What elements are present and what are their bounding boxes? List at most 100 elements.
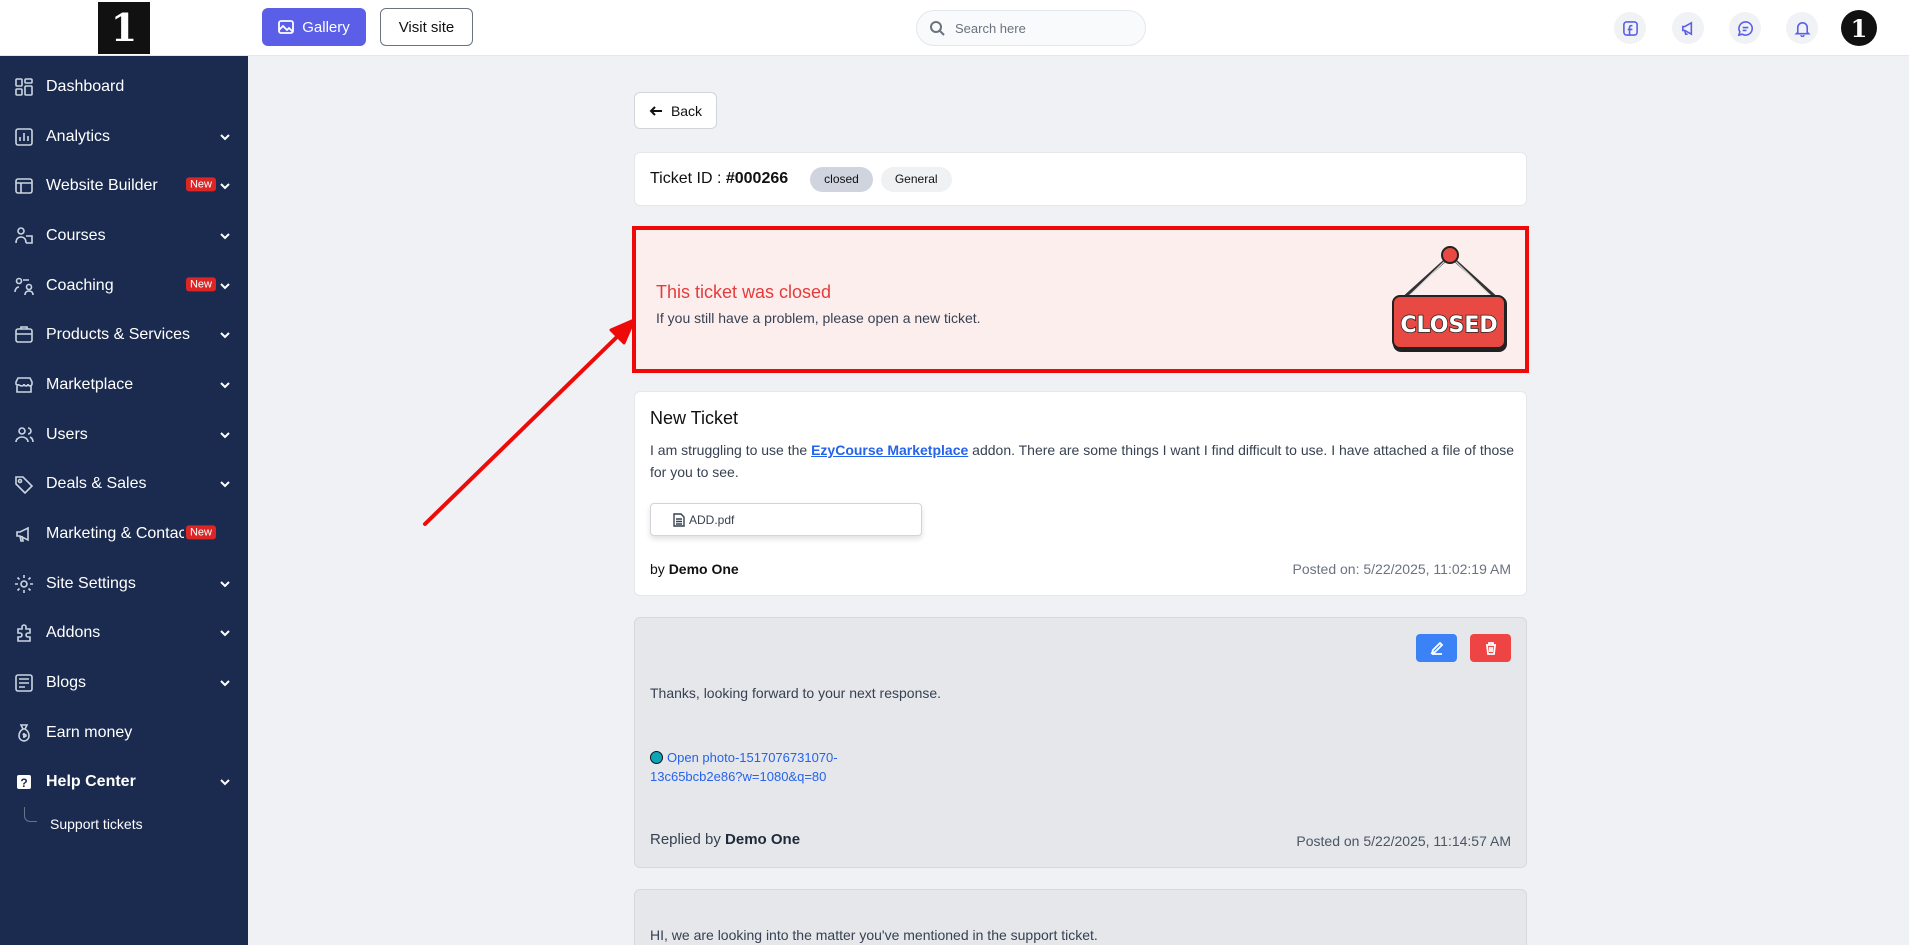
globe-icon bbox=[650, 751, 663, 764]
sidebar-item-label: Earn money bbox=[46, 723, 133, 741]
messages-button[interactable] bbox=[1729, 12, 1761, 44]
sidebar-item-dashboard[interactable]: Dashboard bbox=[0, 62, 248, 112]
sidebar-item-marketing-contacts[interactable]: Marketing & Contacts New bbox=[0, 509, 248, 559]
marketplace-link[interactable]: EzyCourse Marketplace bbox=[811, 442, 968, 458]
reply-attachment-link[interactable]: Open photo-1517076731070- 13c65bcb2e86?w=… bbox=[650, 748, 870, 786]
sidebar-item-website-builder[interactable]: Website Builder New bbox=[0, 161, 248, 211]
addons-icon bbox=[14, 623, 34, 643]
category-badge: General bbox=[880, 166, 952, 192]
sidebar-item-earn-money[interactable]: Earn money bbox=[0, 708, 248, 758]
sidebar-item-coaching[interactable]: Coaching New bbox=[0, 261, 248, 311]
visit-site-button[interactable]: Visit site bbox=[380, 8, 473, 46]
chevron-down-icon bbox=[218, 279, 232, 293]
tag-icon bbox=[14, 474, 34, 495]
sidebar-item-users[interactable]: Users bbox=[0, 410, 248, 460]
ticket-id-label: Ticket ID : bbox=[650, 170, 726, 187]
chat-icon bbox=[1737, 20, 1753, 36]
reply-author: Replied by Demo One bbox=[650, 831, 800, 848]
chevron-down-icon bbox=[218, 775, 232, 789]
search-box[interactable] bbox=[916, 10, 1146, 46]
arrow-left-icon bbox=[649, 105, 662, 116]
sidebar-subitem-support-tickets[interactable]: Support tickets bbox=[0, 807, 248, 841]
closed-banner-title: This ticket was closed bbox=[656, 282, 832, 302]
website-builder-icon bbox=[14, 176, 34, 196]
avatar[interactable]: 1 bbox=[1841, 10, 1877, 46]
gallery-button[interactable]: Gallery bbox=[262, 8, 366, 46]
closed-banner: This ticket was closed If you still have… bbox=[632, 226, 1529, 373]
search-input[interactable] bbox=[955, 20, 1135, 36]
author-name: Demo One bbox=[668, 561, 739, 577]
pencil-icon bbox=[1430, 641, 1443, 655]
help-icon: ? bbox=[14, 772, 34, 792]
new-badge: New bbox=[185, 177, 216, 192]
chevron-down-icon bbox=[218, 676, 232, 690]
attachment-file[interactable]: ADD.pdf bbox=[650, 503, 922, 536]
blogs-icon bbox=[14, 673, 34, 693]
reply-author-name: Demo One bbox=[725, 831, 801, 848]
products-icon bbox=[14, 325, 34, 345]
chevron-down-icon bbox=[218, 428, 232, 442]
reply-author-prefix: Replied by bbox=[650, 831, 726, 848]
visit-site-label: Visit site bbox=[398, 18, 455, 36]
trash-icon bbox=[1485, 642, 1496, 655]
sidebar-item-label: Site Settings bbox=[46, 574, 136, 592]
notifications-button[interactable] bbox=[1786, 12, 1818, 44]
back-button[interactable]: Back bbox=[634, 92, 717, 129]
money-bag-icon bbox=[14, 723, 34, 743]
sidebar-item-label: Courses bbox=[46, 226, 106, 244]
sidebar-item-label: Analytics bbox=[46, 127, 111, 145]
ticket-body: I am struggling to use the EzyCourse Mar… bbox=[650, 439, 1520, 483]
edit-reply-button[interactable] bbox=[1416, 634, 1457, 662]
sidebar-item-analytics[interactable]: Analytics bbox=[0, 112, 248, 162]
sidebar-item-label: Products & Services bbox=[46, 326, 191, 344]
sidebar-item-marketplace[interactable]: Marketplace bbox=[0, 360, 248, 410]
closed-banner-subtitle: If you still have a problem, please open… bbox=[656, 310, 981, 326]
sidebar-subitem-label: Support tickets bbox=[50, 816, 143, 833]
delete-reply-button[interactable] bbox=[1470, 634, 1511, 662]
sidebar-item-help-center[interactable]: ? Help Center bbox=[0, 758, 248, 808]
chevron-down-icon bbox=[218, 229, 232, 243]
new-badge: New bbox=[185, 525, 216, 540]
chevron-down-icon bbox=[218, 328, 232, 342]
logo[interactable]: 1 bbox=[98, 1, 150, 54]
sidebar-item-courses[interactable]: Courses bbox=[0, 211, 248, 261]
ticket-body-text: I am struggling to use the bbox=[650, 442, 812, 458]
sidebar-item-label: Dashboard bbox=[46, 77, 125, 95]
reply-card: HI, we are looking into the matter you'v… bbox=[634, 889, 1527, 945]
gallery-button-label: Gallery bbox=[302, 18, 350, 36]
ticket-id-value: #000266 bbox=[725, 170, 789, 187]
logo-area: 1 bbox=[0, 0, 248, 56]
new-badge: New bbox=[185, 276, 216, 291]
ticket-author: by Demo One bbox=[650, 561, 739, 577]
facebook-button[interactable] bbox=[1614, 12, 1646, 44]
dashboard-icon bbox=[14, 77, 34, 97]
ticket-message-card: New Ticket I am struggling to use the Ez… bbox=[634, 391, 1527, 596]
sidebar-item-deals-sales[interactable]: Deals & Sales bbox=[0, 460, 248, 510]
gear-icon bbox=[14, 574, 34, 594]
sidebar-item-label: Deals & Sales bbox=[46, 475, 147, 493]
sidebar-item-blogs[interactable]: Blogs bbox=[0, 658, 248, 708]
author-prefix: by bbox=[650, 561, 669, 577]
closed-sign-text: CLOSED bbox=[1400, 313, 1497, 338]
megaphone-icon bbox=[1681, 20, 1692, 36]
sidebar-item-label: Addons bbox=[46, 624, 101, 642]
courses-icon bbox=[14, 226, 34, 246]
chevron-down-icon bbox=[218, 626, 232, 640]
back-button-label: Back bbox=[670, 102, 703, 119]
sidebar-item-label: Marketing & Contacts bbox=[46, 525, 184, 543]
sidebar-item-addons[interactable]: Addons bbox=[0, 609, 248, 659]
reply-card: Thanks, looking forward to your next res… bbox=[634, 617, 1527, 868]
ticket-header: Ticket ID : #000266 closed General bbox=[634, 152, 1527, 206]
marketplace-icon bbox=[14, 375, 34, 395]
announcement-button[interactable] bbox=[1672, 12, 1704, 44]
chevron-down-icon bbox=[218, 577, 232, 591]
reply-posted-date: Posted on 5/22/2025, 11:14:57 AM bbox=[1296, 833, 1511, 849]
facebook-icon bbox=[1622, 20, 1638, 36]
chevron-down-icon bbox=[218, 477, 232, 491]
sidebar-item-site-settings[interactable]: Site Settings bbox=[0, 559, 248, 609]
sidebar-item-label: Users bbox=[46, 425, 88, 443]
ticket-id: Ticket ID : #000266 bbox=[650, 170, 788, 188]
search-icon bbox=[930, 21, 945, 36]
sidebar-item-label: Help Center bbox=[46, 773, 136, 791]
sidebar-item-products-services[interactable]: Products & Services bbox=[0, 310, 248, 360]
